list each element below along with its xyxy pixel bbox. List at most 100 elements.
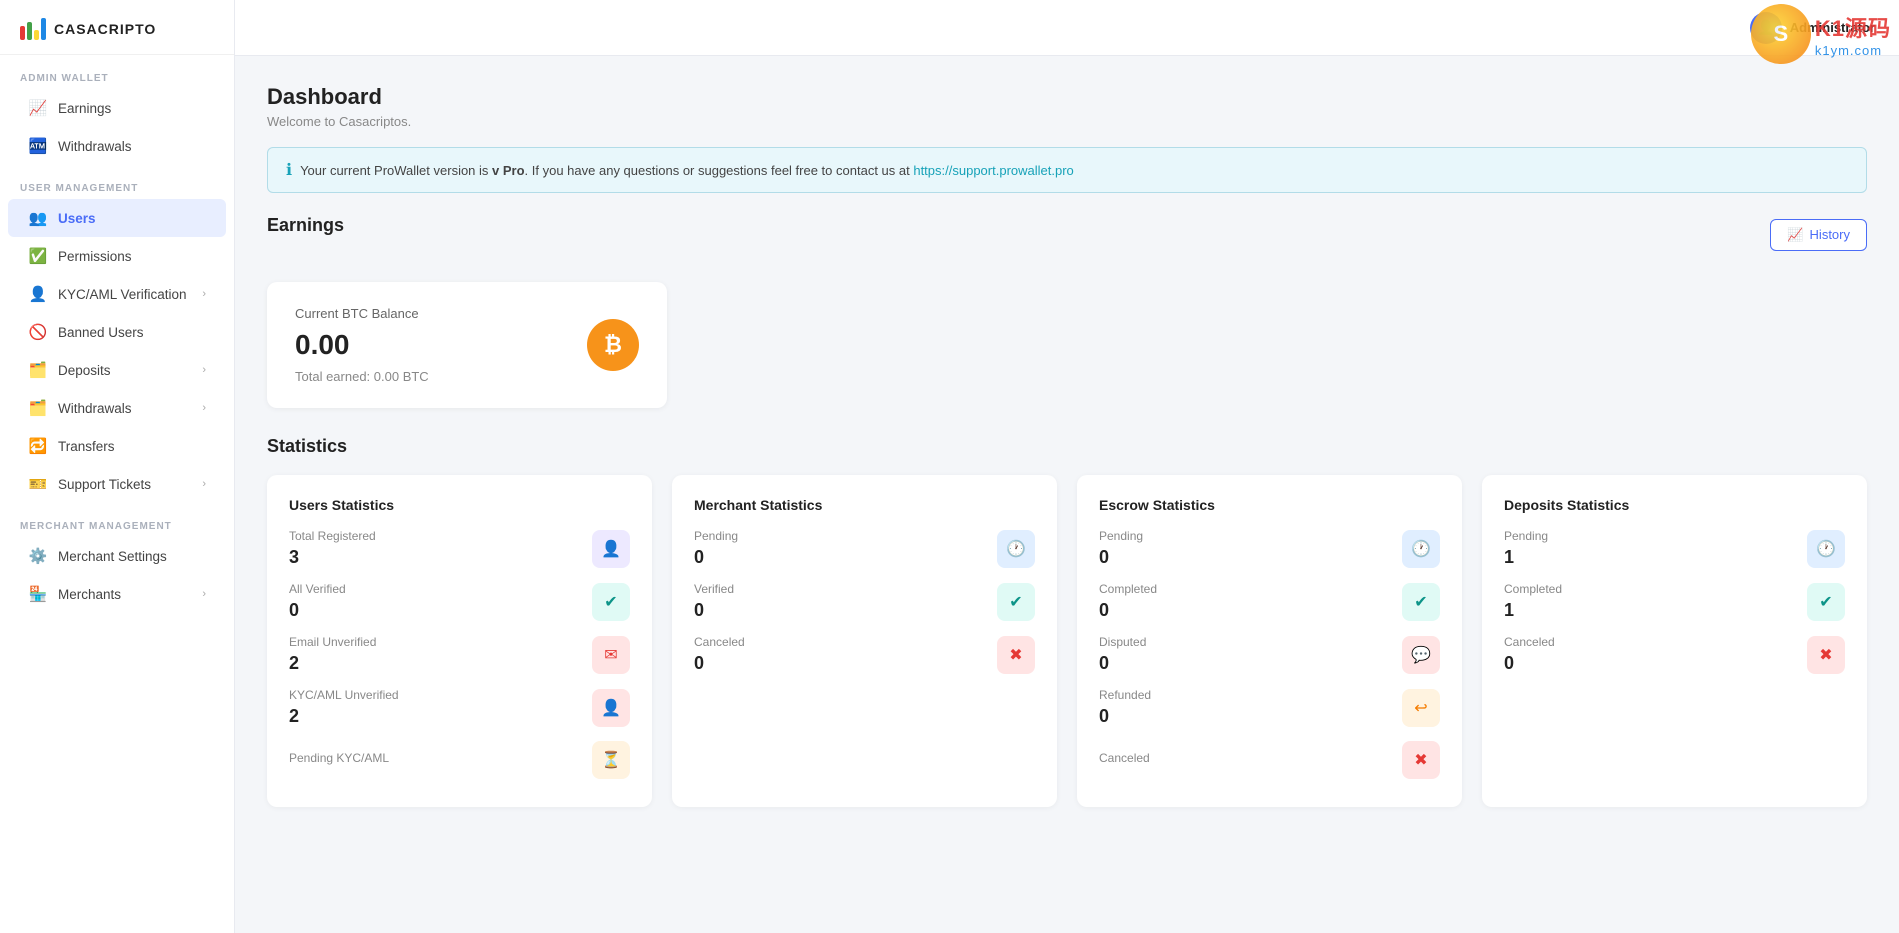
- stat-card-title: Users Statistics: [289, 497, 630, 513]
- stat-icon: ✔: [604, 592, 617, 612]
- history-btn-label: History: [1810, 227, 1850, 242]
- stat-value: 0: [694, 600, 734, 621]
- withdrawals-icon: 🏧: [28, 136, 48, 156]
- stat-value: 1: [1504, 600, 1562, 621]
- sidebar-item-permissions[interactable]: ✅ Permissions: [8, 237, 226, 275]
- stat-card-title: Deposits Statistics: [1504, 497, 1845, 513]
- stat-row-info: All Verified 0: [289, 582, 346, 621]
- stat-value: 0: [694, 547, 738, 568]
- sidebar-item-withdrawals[interactable]: 🏧 Withdrawals: [8, 127, 226, 165]
- balance-info: Current BTC Balance 0.00 Total earned: 0…: [295, 306, 429, 384]
- stat-icon: ↩: [1414, 698, 1427, 718]
- stat-row: Pending 1 🕐: [1504, 529, 1845, 568]
- page-subtitle: Welcome to Casacriptos.: [267, 114, 1867, 129]
- stat-row: Pending 0 🕐: [694, 529, 1035, 568]
- info-banner-link[interactable]: https://support.prowallet.pro: [913, 163, 1073, 178]
- sidebar-item-label: Withdrawals: [58, 139, 206, 154]
- stat-row: Canceled 0 ✖: [694, 635, 1035, 674]
- stat-row: Pending KYC/AML ⏳: [289, 741, 630, 779]
- sidebar-item-withdrawals-user[interactable]: 🗂️ Withdrawals ›: [8, 389, 226, 427]
- sidebar-item-label: Banned Users: [58, 325, 206, 340]
- deposits-icon: 🗂️: [28, 360, 48, 380]
- stat-row-info: Pending 0: [1099, 529, 1143, 568]
- stat-label: Pending KYC/AML: [289, 751, 389, 765]
- sidebar-item-label: Permissions: [58, 249, 206, 264]
- withdrawals-user-icon: 🗂️: [28, 398, 48, 418]
- stat-label: Pending: [1099, 529, 1143, 543]
- stat-value: 1: [1504, 547, 1548, 568]
- stat-row: Completed 1 ✔: [1504, 582, 1845, 621]
- sidebar-item-label: KYC/AML Verification: [58, 287, 192, 302]
- topbar: 👤 Administrator S K1源码 k1ym.com: [235, 0, 1899, 56]
- sidebar-item-users[interactable]: 👥 Users: [8, 199, 226, 237]
- sidebar: CASACRIPTO Admin Wallet 📈 Earnings 🏧 Wit…: [0, 0, 235, 933]
- stat-row: Completed 0 ✔: [1099, 582, 1440, 621]
- stat-row: Refunded 0 ↩: [1099, 688, 1440, 727]
- sidebar-item-support-tickets[interactable]: 🎫 Support Tickets ›: [8, 465, 226, 503]
- stat-icon: 👤: [601, 698, 621, 718]
- stat-card-title: Escrow Statistics: [1099, 497, 1440, 513]
- stat-icon-box: ✔: [997, 583, 1035, 621]
- history-button[interactable]: 📈 History: [1770, 219, 1867, 251]
- stat-row: Verified 0 ✔: [694, 582, 1035, 621]
- stat-icon-box: ↩: [1402, 689, 1440, 727]
- sidebar-item-label: Users: [58, 211, 206, 226]
- stat-icon: ✔: [1009, 592, 1022, 612]
- stat-icon-box: 👤: [592, 530, 630, 568]
- stat-row-info: Canceled 0: [694, 635, 745, 674]
- permissions-icon: ✅: [28, 246, 48, 266]
- watermark: S K1源码 k1ym.com: [1751, 4, 1891, 64]
- sidebar-item-label: Earnings: [58, 101, 206, 116]
- stat-label: Verified: [694, 582, 734, 596]
- stat-icon-box: 💬: [1402, 636, 1440, 674]
- sidebar-item-merchants[interactable]: 🏪 Merchants ›: [8, 575, 226, 613]
- stat-icon-box: 🕐: [997, 530, 1035, 568]
- content-area: Dashboard Welcome to Casacriptos. ℹ Your…: [235, 56, 1899, 933]
- balance-card: Current BTC Balance 0.00 Total earned: 0…: [267, 282, 667, 408]
- stat-icon: ✖: [1414, 750, 1427, 770]
- sidebar-item-kyc-aml[interactable]: 👤 KYC/AML Verification ›: [8, 275, 226, 313]
- earnings-icon: 📈: [28, 98, 48, 118]
- stat-label: Pending: [1504, 529, 1548, 543]
- sidebar-item-banned-users[interactable]: 🚫 Banned Users: [8, 313, 226, 351]
- users-icon: 👥: [28, 208, 48, 228]
- stat-label: Email Unverified: [289, 635, 376, 649]
- stat-row: Canceled ✖: [1099, 741, 1440, 779]
- sidebar-item-deposits[interactable]: 🗂️ Deposits ›: [8, 351, 226, 389]
- stat-card-title: Merchant Statistics: [694, 497, 1035, 513]
- support-icon: 🎫: [28, 474, 48, 494]
- stat-icon-box: ✖: [997, 636, 1035, 674]
- stat-card-1: Merchant Statistics Pending 0 🕐 Verified…: [672, 475, 1057, 807]
- sidebar-section-merchant-management: Merchant Management: [0, 503, 234, 537]
- stat-row: Disputed 0 💬: [1099, 635, 1440, 674]
- stat-icon-box: ⏳: [592, 741, 630, 779]
- statistics-section-title: Statistics: [267, 436, 1867, 457]
- sidebar-item-earnings[interactable]: 📈 Earnings: [8, 89, 226, 127]
- stat-row-info: Canceled: [1099, 751, 1150, 769]
- banned-icon: 🚫: [28, 322, 48, 342]
- stat-icon-box: ✖: [1402, 741, 1440, 779]
- stat-row: KYC/AML Unverified 2 👤: [289, 688, 630, 727]
- stat-card-3: Deposits Statistics Pending 1 🕐 Complete…: [1482, 475, 1867, 807]
- stat-value: 0: [289, 600, 346, 621]
- stat-icon: 🕐: [1816, 539, 1836, 559]
- stat-row-info: Total Registered 3: [289, 529, 376, 568]
- logo-icon: [20, 18, 46, 40]
- stat-row: Email Unverified 2 ✉: [289, 635, 630, 674]
- sidebar-item-transfers[interactable]: 🔁 Transfers: [8, 427, 226, 465]
- sidebar-item-merchant-settings[interactable]: ⚙️ Merchant Settings: [8, 537, 226, 575]
- history-chart-icon: 📈: [1787, 227, 1803, 243]
- stat-row-info: Pending 1: [1504, 529, 1548, 568]
- stat-card-0: Users Statistics Total Registered 3 👤 Al…: [267, 475, 652, 807]
- sidebar-section-user-management: User Management: [0, 165, 234, 199]
- logo-text: CASACRIPTO: [54, 21, 156, 37]
- merchants-icon: 🏪: [28, 584, 48, 604]
- stat-icon-box: ✖: [1807, 636, 1845, 674]
- chevron-right-icon: ›: [202, 364, 206, 376]
- stat-icon-box: 🕐: [1807, 530, 1845, 568]
- stat-value: 0: [1099, 547, 1143, 568]
- stat-row-info: Verified 0: [694, 582, 734, 621]
- chevron-right-icon: ›: [202, 588, 206, 600]
- sidebar-item-label: Merchants: [58, 587, 192, 602]
- statistics-grid: Users Statistics Total Registered 3 👤 Al…: [267, 475, 1867, 807]
